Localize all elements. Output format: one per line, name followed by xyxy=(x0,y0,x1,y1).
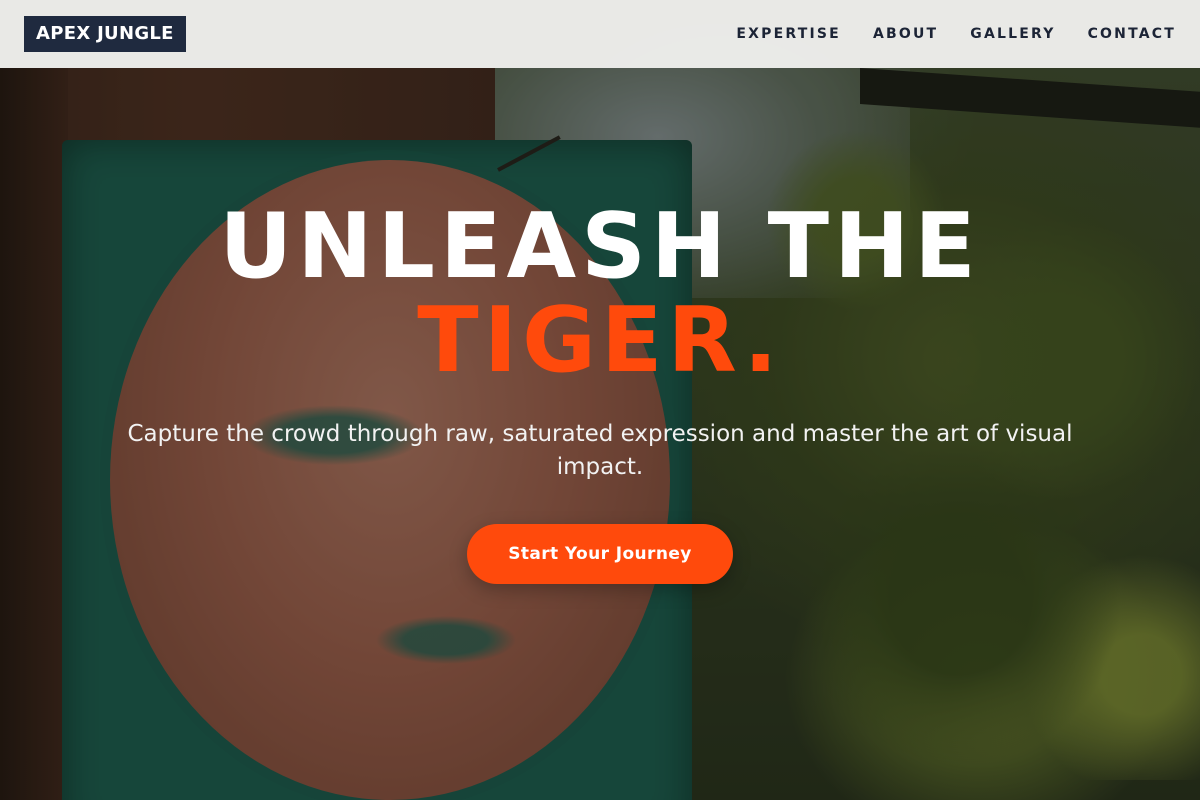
site-header: APEX JUNGLE EXPERTISE ABOUT GALLERY CONT… xyxy=(0,0,1200,68)
headline-line-1: UNLEASH THE xyxy=(219,194,981,299)
nav-link-expertise[interactable]: EXPERTISE xyxy=(736,26,841,42)
main-nav: EXPERTISE ABOUT GALLERY CONTACT xyxy=(736,26,1176,42)
start-journey-button[interactable]: Start Your Journey xyxy=(467,524,733,584)
hero-headline: UNLEASH THE TIGER. xyxy=(0,200,1200,388)
hero-subheadline: Capture the crowd through raw, saturated… xyxy=(127,421,1073,480)
nav-link-contact[interactable]: CONTACT xyxy=(1088,26,1176,42)
headline-accent: TIGER. xyxy=(417,288,783,393)
landing-page: APEX JUNGLE EXPERTISE ABOUT GALLERY CONT… xyxy=(0,0,1200,800)
hero-section: UNLEASH THE TIGER. Capture the crowd thr… xyxy=(0,200,1200,584)
nav-link-gallery[interactable]: GALLERY xyxy=(970,26,1055,42)
nav-link-about[interactable]: ABOUT xyxy=(873,26,938,42)
brand-logo[interactable]: APEX JUNGLE xyxy=(24,16,186,52)
